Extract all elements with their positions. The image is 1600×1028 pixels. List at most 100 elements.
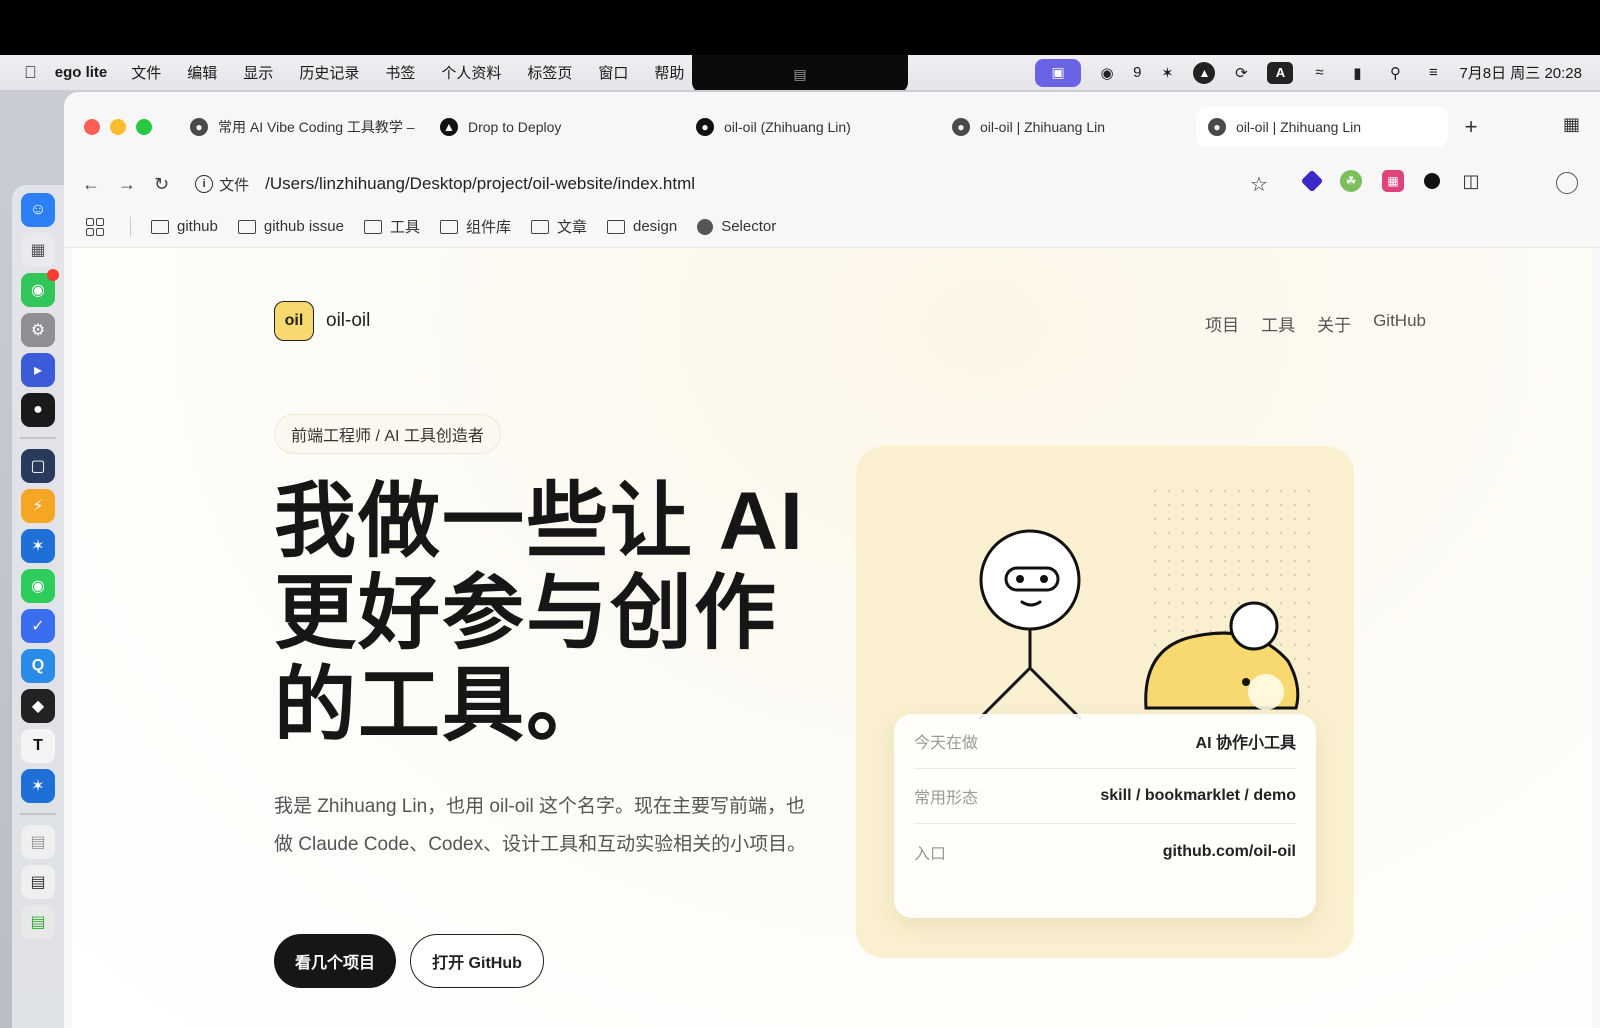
settings-icon[interactable]: ⚙ [21, 313, 55, 347]
wechat-app-icon[interactable]: ◉ [21, 569, 55, 603]
tab-oil-site-active[interactable]: ● oil-oil | Zhihuang Lin [1196, 107, 1448, 147]
zoom-window-button[interactable] [136, 119, 152, 135]
bookmark-components[interactable]: 组件库 [439, 216, 511, 237]
globe-icon: ● [952, 118, 970, 136]
tab-title: Drop to Deploy [468, 119, 562, 135]
bird-app-icon-2[interactable]: ✶ [21, 769, 55, 803]
bird-icon[interactable]: ✶ [1155, 61, 1179, 85]
bookmark-selector[interactable]: Selector [697, 218, 776, 235]
battery-icon[interactable]: ▮ [1345, 61, 1369, 85]
tab-oil-site[interactable]: ● oil-oil | Zhihuang Lin [940, 107, 1196, 147]
view-projects-button[interactable]: 看几个项目 [274, 934, 396, 988]
extension-pink-icon[interactable]: ▦ [1382, 170, 1404, 192]
dock: ☺ ▦ ◉ ⚙ ▸ ● ▢ ⚡ ✶ ◉ ✓ Q ◆ T ✶ ▤ ▤ ▤ [12, 185, 64, 1028]
wechat-count: 9 [1133, 64, 1142, 81]
wechat-icon[interactable]: ◉ [1095, 61, 1119, 85]
tab-bar: ● 常用 AI Vibe Coding 工具教学 – ▲ Drop to Dep… [64, 92, 1600, 162]
back-icon[interactable]: ← [82, 174, 100, 195]
nav-tools[interactable]: 工具 [1261, 311, 1295, 336]
refresh-tray-icon[interactable]: ⟳ [1229, 61, 1253, 85]
site-logo[interactable]: oil oil-oil [274, 301, 370, 341]
info-key: 常用形态 [914, 790, 979, 807]
scheme-label: 文件 [219, 176, 250, 194]
menu-history[interactable]: 历史记录 [299, 62, 359, 83]
url-text[interactable]: /Users/linzhihuang/Desktop/project/oil-w… [265, 174, 695, 194]
menu-tabs[interactable]: 标签页 [527, 62, 572, 83]
wifi-icon[interactable]: ≈ [1307, 61, 1331, 85]
tab-overview-icon[interactable]: ▦ [1563, 114, 1580, 135]
editor-app-icon[interactable]: ▢ [21, 449, 55, 483]
feather-app-icon[interactable]: ✓ [21, 609, 55, 643]
status-tray: ▣ ◉ 9 ✶ ▲ ⟳ A ≈ ▮ ⚲ ≡ 7月8日 周三 20:28 [1035, 55, 1582, 90]
menu-view[interactable]: 显示 [243, 62, 273, 83]
folder-stack-icon[interactable]: ▤ [21, 905, 55, 939]
extension-diamond-icon[interactable] [1300, 169, 1324, 193]
info-value: AI 协作小工具 [1195, 735, 1296, 752]
video-app-icon[interactable]: ● [21, 393, 55, 427]
menu-window[interactable]: 窗口 [598, 62, 628, 83]
control-center-icon[interactable]: ≡ [1421, 61, 1445, 85]
reload-icon[interactable]: ↻ [154, 174, 169, 195]
tab-github-profile[interactable]: ● oil-oil (Zhihuang Lin) [684, 107, 940, 147]
typora-app-icon[interactable]: T [21, 729, 55, 763]
bird-app-icon[interactable]: ✶ [21, 529, 55, 563]
address-bar[interactable]: i 文件 /Users/linzhihuang/Desktop/project/… [195, 174, 1235, 195]
nav-projects[interactable]: 项目 [1205, 311, 1239, 336]
cube-app-icon[interactable]: ◆ [21, 689, 55, 723]
spotlight-icon[interactable]: ⚲ [1383, 61, 1407, 85]
browser-window: ● 常用 AI Vibe Coding 工具教学 – ▲ Drop to Dep… [64, 92, 1600, 1028]
tab-title: 常用 AI Vibe Coding 工具教学 – [218, 119, 415, 135]
bookmark-github-issue[interactable]: github issue [237, 218, 344, 235]
close-window-button[interactable] [84, 119, 100, 135]
nav-about[interactable]: 关于 [1317, 311, 1351, 336]
bookmark-tools[interactable]: 工具 [363, 216, 420, 237]
launchpad-icon[interactable]: ▦ [21, 233, 55, 267]
new-tab-button[interactable]: + [1456, 112, 1486, 142]
bolt-app-icon[interactable]: ⚡ [21, 489, 55, 523]
bookmark-star-icon[interactable]: ☆ [1250, 172, 1268, 197]
bookmark-design[interactable]: design [606, 218, 677, 235]
input-method-icon[interactable]: A [1267, 61, 1294, 84]
extension-dot-icon[interactable] [1424, 173, 1440, 189]
bookmarks-divider [130, 216, 131, 237]
messages-icon[interactable]: ◉ [21, 269, 59, 307]
terminal-app-icon[interactable]: ▸ [21, 353, 55, 387]
bookmark-label: github [177, 218, 218, 235]
open-github-button[interactable]: 打开 GitHub [410, 934, 544, 988]
forward-icon[interactable]: → [118, 174, 136, 195]
folder-icon [237, 219, 256, 234]
menu-help[interactable]: 帮助 [654, 62, 684, 83]
minimize-window-button[interactable] [110, 119, 126, 135]
menu-app-name[interactable]: ego lite [55, 64, 108, 81]
folder-icon [363, 219, 382, 234]
site-info-chip[interactable]: i 文件 [195, 174, 249, 195]
menu-clock[interactable]: 7月8日 周三 20:28 [1459, 62, 1582, 83]
apps-grid-icon[interactable] [86, 217, 104, 236]
extension-leaf-icon[interactable]: ☘ [1340, 170, 1362, 192]
profile-icon[interactable] [1556, 172, 1578, 194]
info-card: 今天在做 AI 协作小工具 常用形态 skill / bookmarklet /… [894, 714, 1316, 918]
info-row-current: 今天在做 AI 协作小工具 [914, 714, 1296, 769]
hero-line-3: 的工具。 [274, 660, 611, 751]
finder-icon[interactable]: ☺ [21, 193, 55, 227]
bookmarks-bar: github github issue 工具 组件库 文章 design Sel… [64, 206, 1600, 248]
menu-profiles[interactable]: 个人资料 [441, 62, 501, 83]
menu-bookmarks[interactable]: 书签 [385, 62, 415, 83]
tab-drop-to-deploy[interactable]: ▲ Drop to Deploy [428, 107, 684, 147]
document-icon[interactable]: ▤ [21, 825, 55, 859]
info-link[interactable]: github.com/oil-oil [1163, 843, 1296, 861]
apple-icon[interactable]:  [24, 63, 37, 83]
document-icon-2[interactable]: ▤ [21, 865, 55, 899]
nav-github[interactable]: GitHub [1373, 311, 1426, 336]
menu-file[interactable]: 文件 [131, 62, 161, 83]
bookmark-github[interactable]: github [151, 218, 218, 235]
tab-vibe-coding[interactable]: ● 常用 AI Vibe Coding 工具教学 – [178, 107, 428, 147]
extensions-puzzle-icon[interactable]: ◫ [1460, 170, 1482, 192]
bookmark-label: github issue [263, 218, 344, 235]
intro-paragraph: 我是 Zhihuang Lin，也用 oil-oil 这个名字。现在主要写前端，… [274, 796, 807, 855]
search-app-icon[interactable]: Q [21, 649, 55, 683]
screen-share-icon[interactable]: ▣ [1035, 58, 1082, 87]
bookmark-articles[interactable]: 文章 [530, 216, 587, 237]
app-tray-icon[interactable]: ▲ [1193, 61, 1216, 84]
menu-edit[interactable]: 编辑 [187, 62, 217, 83]
